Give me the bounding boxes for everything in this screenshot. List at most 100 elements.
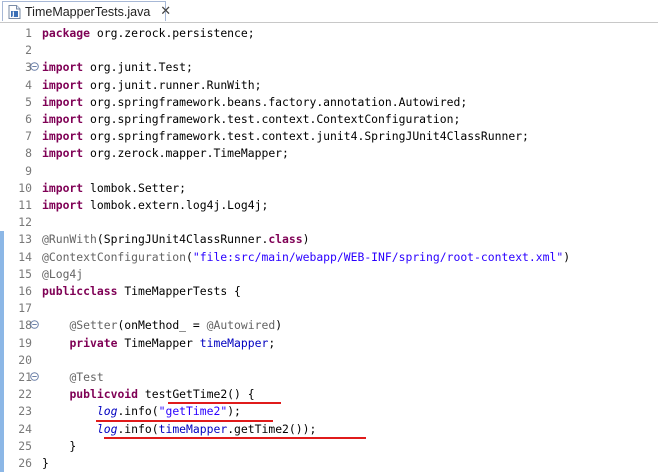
change-marker xyxy=(0,231,4,249)
code-token: (SpringJUnit4ClassRunner. xyxy=(96,232,269,247)
code-line[interactable]: 10 import lombok.Setter; xyxy=(0,180,658,197)
line-number: 22 xyxy=(18,387,32,402)
code-text: import org.junit.runner.RunWith; xyxy=(42,77,261,94)
line-number: 1 xyxy=(25,26,32,40)
code-token: TimeMapper xyxy=(124,335,200,350)
code-token: import xyxy=(42,112,84,126)
change-marker xyxy=(0,437,4,455)
code-text: publicclass TimeMapperTests { xyxy=(42,283,241,300)
code-line[interactable]: 25 } xyxy=(0,437,658,455)
code-line[interactable]: 8 import org.zerock.mapper.TimeMapper; xyxy=(0,145,658,162)
code-token: log xyxy=(96,404,118,419)
code-line[interactable]: 20 xyxy=(0,351,658,369)
red-underline-annotation xyxy=(96,419,273,422)
code-line[interactable]: 15 @Log4j xyxy=(0,265,658,283)
code-token: @Log4j xyxy=(42,266,84,281)
line-number: 3 xyxy=(25,60,32,75)
code-token: @RunWith xyxy=(42,232,97,247)
code-token: org.junit.runner.RunWith; xyxy=(90,77,262,92)
code-token: ) xyxy=(302,232,310,247)
change-marker xyxy=(0,455,4,472)
code-line[interactable]: 24 log.info(timeMapper.getTime2()); xyxy=(0,420,658,438)
code-text: @RunWith(SpringJUnit4ClassRunner.class) xyxy=(42,231,309,248)
code-token: TimeMapperTests { xyxy=(124,284,241,298)
code-text: publicvoid testGetTime2() { xyxy=(42,386,255,403)
code-token: org.springframework.test.context.Context… xyxy=(90,112,461,126)
code-token: lombok.Setter; xyxy=(90,180,187,195)
code-token: ) xyxy=(275,318,283,333)
code-line[interactable]: 5 import org.springframework.beans.factor… xyxy=(0,94,658,111)
code-text: @Test xyxy=(42,369,104,386)
code-token: timeMapper xyxy=(199,335,269,350)
code-line[interactable]: 7 import org.springframework.test.context… xyxy=(0,128,658,145)
code-text: private TimeMapper timeMapper; xyxy=(42,335,275,352)
change-marker xyxy=(0,248,4,266)
fold-collapse-icon[interactable] xyxy=(30,62,39,72)
code-text: import lombok.Setter; xyxy=(42,180,186,197)
code-token: .getTime2()); xyxy=(227,421,317,436)
code-token: ); xyxy=(227,404,241,419)
code-token: log xyxy=(96,421,118,436)
code-token: } xyxy=(42,438,77,453)
line-number: 25 xyxy=(18,438,32,453)
code-line[interactable]: 12 xyxy=(0,214,658,231)
fold-collapse-icon[interactable] xyxy=(30,320,39,330)
code-line[interactable]: 1 package org.zerock.persistence; xyxy=(0,25,658,42)
code-token: org.zerock.mapper.TimeMapper; xyxy=(90,146,289,161)
code-token: testGetTime2() { xyxy=(144,387,255,402)
red-underline-annotation xyxy=(104,436,366,439)
code-text: log.info(timeMapper.getTime2()); xyxy=(42,421,316,438)
code-line[interactable]: 17 xyxy=(0,300,658,318)
code-line[interactable]: 21 @Test xyxy=(0,369,658,387)
code-token: .info( xyxy=(117,421,159,436)
code-line[interactable]: 11 import lombok.extern.log4j.Log4j; xyxy=(0,197,658,214)
code-line[interactable]: 26} xyxy=(0,455,658,472)
code-token: org.zerock.persistence; xyxy=(96,26,255,40)
code-token: org.junit.Test; xyxy=(90,60,193,75)
code-text: @Setter(onMethod_ = @Autowired) xyxy=(42,317,282,334)
code-line[interactable]: 13 @RunWith(SpringJUnit4ClassRunner.class… xyxy=(0,231,658,249)
line-number: 2 xyxy=(25,43,32,58)
line-number: 8 xyxy=(25,146,32,161)
line-number: 23 xyxy=(18,404,32,419)
line-number: 14 xyxy=(18,249,32,264)
change-marker xyxy=(0,420,4,438)
code-line[interactable]: 19 private TimeMapper timeMapper; xyxy=(0,334,658,352)
code-token: void xyxy=(110,387,139,402)
code-text: @Log4j xyxy=(42,266,83,283)
editor-tab-bar: J TimeMapperTests.java ✕ xyxy=(0,0,658,23)
code-line[interactable]: 9 xyxy=(0,163,658,180)
code-line[interactable]: 23 log.info("getTime2"); xyxy=(0,403,658,421)
close-icon[interactable]: ✕ xyxy=(160,4,171,19)
line-number: 9 xyxy=(25,163,32,178)
line-number: 18 xyxy=(18,318,32,333)
code-editor[interactable]: 1 package org.zerock.persistence; 2 3 import… xyxy=(0,23,658,472)
code-line[interactable]: 18 @Setter(onMethod_ = @Autowired) xyxy=(0,317,658,335)
code-line[interactable]: 2 xyxy=(0,42,658,59)
editor-tab[interactable]: J TimeMapperTests.java ✕ xyxy=(2,1,171,21)
code-token: ( xyxy=(186,249,193,264)
change-marker xyxy=(0,369,4,387)
line-number: 20 xyxy=(18,352,32,367)
code-line[interactable]: 22 publicvoid testGetTime2() { xyxy=(0,386,658,404)
code-token: @Setter xyxy=(69,318,118,333)
code-token: @ContextConfiguration xyxy=(42,249,187,264)
fold-collapse-icon[interactable] xyxy=(30,372,39,381)
svg-text:J: J xyxy=(11,11,14,18)
line-number: 15 xyxy=(18,266,32,281)
code-token: lombok.extern.log4j.Log4j; xyxy=(90,198,269,212)
code-token: "file:src/main/webapp/WEB-INF/spring/roo… xyxy=(192,249,564,264)
code-text: } xyxy=(42,455,49,472)
code-line[interactable]: 14 @ContextConfiguration("file:src/main/w… xyxy=(0,248,658,266)
code-line[interactable]: 16 publicclass TimeMapperTests { xyxy=(0,283,658,301)
change-marker xyxy=(0,386,4,404)
code-line[interactable]: 6 import org.springframework.test.context… xyxy=(0,111,658,128)
code-token: import xyxy=(42,94,84,109)
line-number: 21 xyxy=(18,370,32,384)
code-token: @Test xyxy=(69,370,104,384)
change-marker xyxy=(0,283,4,301)
code-line[interactable]: 4 import org.junit.runner.RunWith; xyxy=(0,77,658,94)
code-line[interactable]: 3 import org.junit.Test; xyxy=(0,59,658,76)
